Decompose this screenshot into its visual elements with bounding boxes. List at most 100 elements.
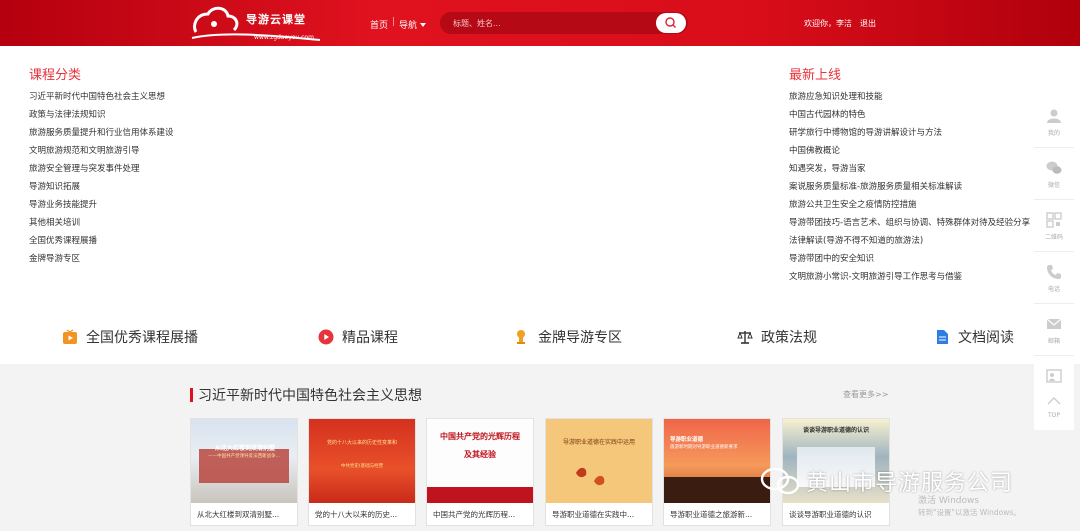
toolbar-label: 邮箱 — [1047, 338, 1060, 345]
section-title: 习近平新时代中国特色社会主义思想 — [198, 388, 422, 404]
logout-link[interactable]: 退出 — [860, 18, 876, 29]
category-item[interactable]: 习近平新时代中国特色社会主义思想 — [29, 91, 179, 103]
category-item[interactable]: 旅游服务质量提升和行业信用体系建设 — [29, 127, 179, 139]
course-card[interactable]: 中国共产党的光辉历程 及其经验 中国共产党的光辉历程... — [426, 418, 534, 526]
category-item[interactable]: 其他相关培训 — [29, 217, 179, 229]
toolbar-label: 微信 — [1047, 182, 1060, 189]
feature-label: 全国优秀课程展播 — [86, 330, 198, 346]
logo-url: www.zgdaoyou.com — [254, 34, 314, 41]
section-accent-bar — [190, 388, 193, 402]
play-circle-icon — [318, 329, 334, 345]
wechat-icon — [1046, 161, 1062, 174]
course-caption: 中国共产党的光辉历程... — [433, 510, 516, 519]
thumb-subtitle: 旅游新时期对导游职业道德新要求 — [670, 445, 738, 450]
latest-item[interactable]: 中国佛教概论 — [789, 145, 1037, 157]
categories-title: 课程分类 — [29, 68, 82, 83]
category-item[interactable]: 政策与法律法规知识 — [29, 109, 179, 121]
latest-item[interactable]: 案说服务质量标准-旅游服务质量相关标准解读 — [789, 181, 1037, 193]
feature-showcase[interactable]: 全国优秀课程展播 — [62, 326, 198, 348]
thumb-subtitle: ——中国共产党领导反法西斯战争... — [208, 454, 280, 459]
course-card[interactable]: 从北大红楼到双清别墅 ——中国共产党领导反法西斯战争... 从北大红楼到双清别墅… — [190, 418, 298, 526]
latest-item[interactable]: 研学旅行中博物馆的导游讲解设计与方法 — [789, 127, 1037, 139]
course-thumbnail: 导游职业道德 旅游新时期对导游职业道德新要求 — [664, 419, 770, 503]
thumb-subtitle: 中共党史(基础与经营 — [340, 464, 384, 469]
nav-separator: | — [392, 17, 396, 27]
feature-docs[interactable]: 文档阅读 — [934, 326, 1014, 348]
category-item[interactable]: 全国优秀课程展播 — [29, 235, 179, 247]
thumb-title: 从北大红楼到双清别墅 — [214, 445, 275, 452]
feature-premium[interactable]: 精品课程 — [318, 326, 398, 348]
scales-icon — [737, 331, 753, 344]
document-icon — [937, 330, 948, 344]
latest-item[interactable]: 中国古代园林的特色 — [789, 109, 1037, 121]
thumb-title: 党的十八大以来的历史性变革和 — [326, 440, 397, 446]
search-box — [440, 12, 688, 34]
right-float-toolbar: 我的 微信 二维码 电话 邮箱 开课 — [1034, 96, 1074, 408]
user-welcome[interactable]: 欢迎你，李洁 — [804, 18, 852, 29]
toolbar-wechat[interactable]: 微信 — [1034, 148, 1074, 200]
feature-policy[interactable]: 政策法规 — [737, 326, 817, 348]
toolbar-mail[interactable]: 邮箱 — [1034, 304, 1074, 356]
thumb-title: 导游职业道德 — [670, 437, 704, 443]
category-item[interactable]: 旅游安全管理与突发事件处理 — [29, 163, 179, 175]
category-item[interactable]: 导游业务技能提升 — [29, 199, 179, 211]
chevron-up-icon — [1047, 397, 1061, 405]
latest-item[interactable]: 旅游公共卫生安全之疫情防控措施 — [789, 199, 1037, 211]
leaf-icon — [576, 467, 605, 486]
silhouette-band — [664, 477, 770, 503]
latest-item[interactable]: 旅游应急知识处理和技能 — [789, 91, 1037, 103]
category-item[interactable]: 文明旅游规范和文明旅游引导 — [29, 145, 179, 157]
thumb-title: 中国共产党的光辉历程 — [440, 431, 520, 441]
category-item[interactable]: 导游知识拓展 — [29, 181, 179, 193]
qrcode-icon — [1046, 212, 1062, 228]
course-caption: 从北大红楼到双清别墅... — [197, 510, 280, 519]
feature-label: 金牌导游专区 — [538, 330, 622, 346]
user-icon — [1047, 109, 1061, 123]
toolbar-phone[interactable]: 电话 — [1034, 252, 1074, 304]
back-to-top-button[interactable]: TOP — [1034, 386, 1074, 430]
toolbar-label: 电话 — [1047, 286, 1060, 293]
chevron-down-icon — [420, 23, 427, 27]
course-card[interactable]: 导游职业道德 旅游新时期对导游职业道德新要求 导游职业道德之旅游新... — [663, 418, 771, 526]
course-caption: 谈谈导游职业道德的认识 — [789, 510, 872, 519]
wechat-logo-icon — [760, 467, 800, 495]
site-logo[interactable]: 导游云课堂 www.zgdaoyou.com — [190, 2, 330, 44]
latest-item[interactable]: 知遇突发，导游当家 — [789, 163, 1037, 175]
categories-list: 习近平新时代中国特色社会主义思想 政策与法律法规知识 旅游服务质量提升和行业信用… — [29, 91, 179, 271]
search-input[interactable] — [440, 12, 650, 34]
medal-icon — [517, 330, 525, 344]
toolbar-label: 二维码 — [1044, 234, 1063, 241]
course-card[interactable]: 党的十八大以来的历史性变革和 中共党史(基础与经营 党的十八大以来的历史... — [308, 418, 416, 526]
course-thumbnail: 从北大红楼到双清别墅 ——中国共产党领导反法西斯战争... — [191, 419, 297, 503]
latest-item[interactable]: 文明旅游小常识-文明旅游引导工作思考与借鉴 — [789, 271, 1037, 283]
back-to-top-label: TOP — [1047, 412, 1060, 419]
thumb-title: 谈谈导游职业道德的认识 — [802, 427, 869, 434]
latest-item[interactable]: 法律解读(导游不得不知道的旅游法) — [789, 235, 1037, 247]
phone-icon — [1047, 265, 1061, 279]
search-button[interactable] — [656, 13, 686, 33]
course-thumbnail: 导游职业道德在实践中运用 — [546, 419, 652, 503]
video-play-icon — [63, 329, 77, 344]
nav-guide-dropdown[interactable]: 导航 — [399, 18, 427, 31]
watermark-text: 黄山市导游服务公司 — [806, 471, 1014, 496]
latest-item[interactable]: 导游带团技巧-语言艺术、组织与协调、特殊群体对待及经验分享 — [789, 217, 1037, 229]
thumb-subtitle: 及其经验 — [464, 449, 496, 459]
mail-icon — [1046, 318, 1062, 329]
feature-gold-guide[interactable]: 金牌导游专区 — [514, 326, 622, 348]
toolbar-my[interactable]: 我的 — [1034, 96, 1074, 148]
latest-title: 最新上线 — [789, 68, 842, 83]
course-card[interactable]: 导游职业道德在实践中运用 导游职业道德在实践中... — [545, 418, 653, 526]
feature-label: 精品课程 — [342, 330, 398, 346]
category-item[interactable]: 金牌导游专区 — [29, 253, 179, 265]
view-more-link[interactable]: 查看更多>> — [843, 389, 888, 400]
windows-activate-text: 激活 Windows — [918, 496, 980, 506]
red-band — [427, 487, 533, 503]
toolbar-qrcode[interactable]: 二维码 — [1034, 200, 1074, 252]
windows-activate-subtext: 转到"设置"以激活 Windows。 — [918, 508, 1021, 517]
nav-home-link[interactable]: 首页 — [370, 18, 388, 31]
toolbar-label: 我的 — [1047, 130, 1060, 137]
latest-item[interactable]: 导游带团中的安全知识 — [789, 253, 1037, 265]
latest-list: 旅游应急知识处理和技能 中国古代园林的特色 研学旅行中博物馆的导游讲解设计与方法… — [789, 91, 1037, 289]
course-thumbnail: 中国共产党的光辉历程 及其经验 — [427, 419, 533, 503]
course-thumbnail: 党的十八大以来的历史性变革和 中共党史(基础与经营 — [309, 419, 415, 503]
